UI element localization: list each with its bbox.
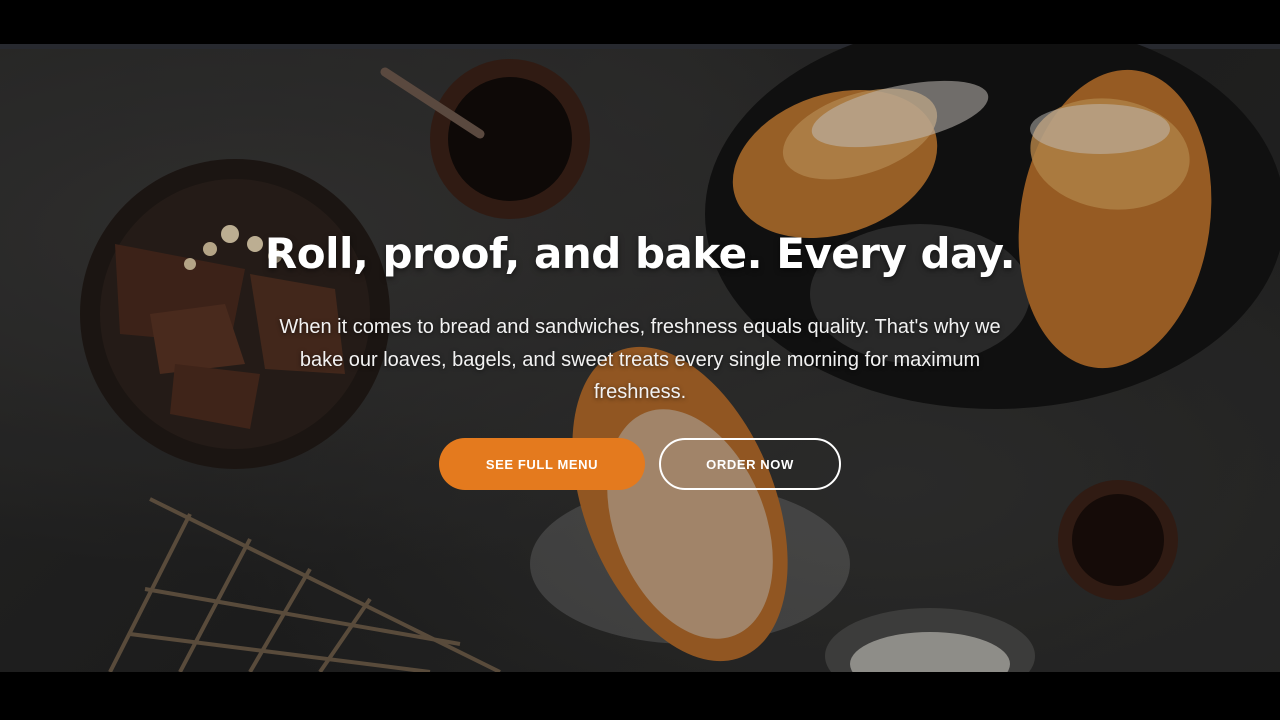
hero-headline: Roll, proof, and bake. Every day.: [264, 229, 1016, 278]
hero-description: When it comes to bread and sandwiches, f…: [279, 316, 1001, 403]
see-full-menu-button[interactable]: SEE FULL MENU: [439, 438, 645, 490]
order-now-button[interactable]: ORDER NOW: [659, 438, 841, 490]
